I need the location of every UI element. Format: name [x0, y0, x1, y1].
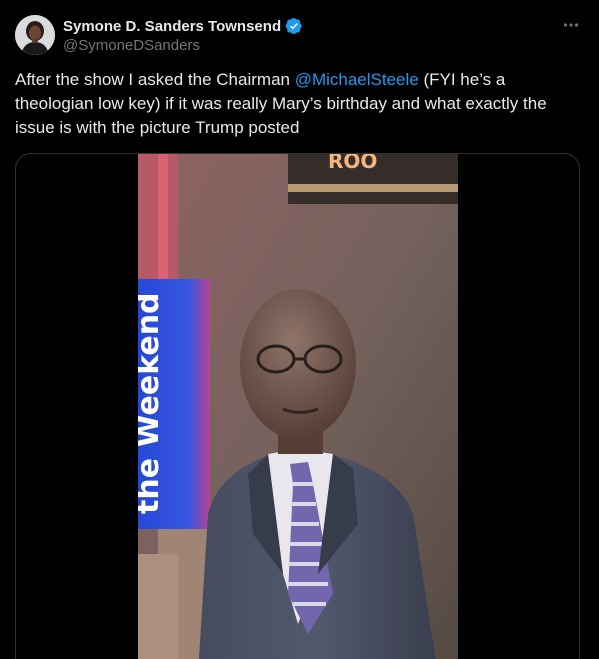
tweet-text-before: After the show I asked the Chairman — [15, 70, 295, 89]
avatar[interactable] — [15, 15, 55, 55]
verified-badge-icon — [285, 17, 302, 35]
tweet: Symone D. Sanders Townsend @SymoneDSande… — [0, 0, 599, 659]
tweet-text: After the show I asked the Chairman @Mic… — [15, 68, 583, 140]
more-horizontal-icon — [563, 23, 579, 27]
media-container: ROO the Weekend — [15, 153, 580, 659]
display-name[interactable]: Symone D. Sanders Townsend — [63, 18, 281, 35]
mention-link[interactable]: @MichaelSteele — [295, 70, 419, 89]
video-player[interactable]: ROO the Weekend — [138, 154, 458, 659]
more-options-button[interactable] — [560, 14, 582, 36]
video-frame: ROO the Weekend — [138, 154, 458, 659]
avatar-image — [15, 15, 55, 55]
author-name-row[interactable]: Symone D. Sanders Townsend — [63, 16, 303, 36]
author-handle[interactable]: @SymoneDSanders — [63, 37, 200, 54]
